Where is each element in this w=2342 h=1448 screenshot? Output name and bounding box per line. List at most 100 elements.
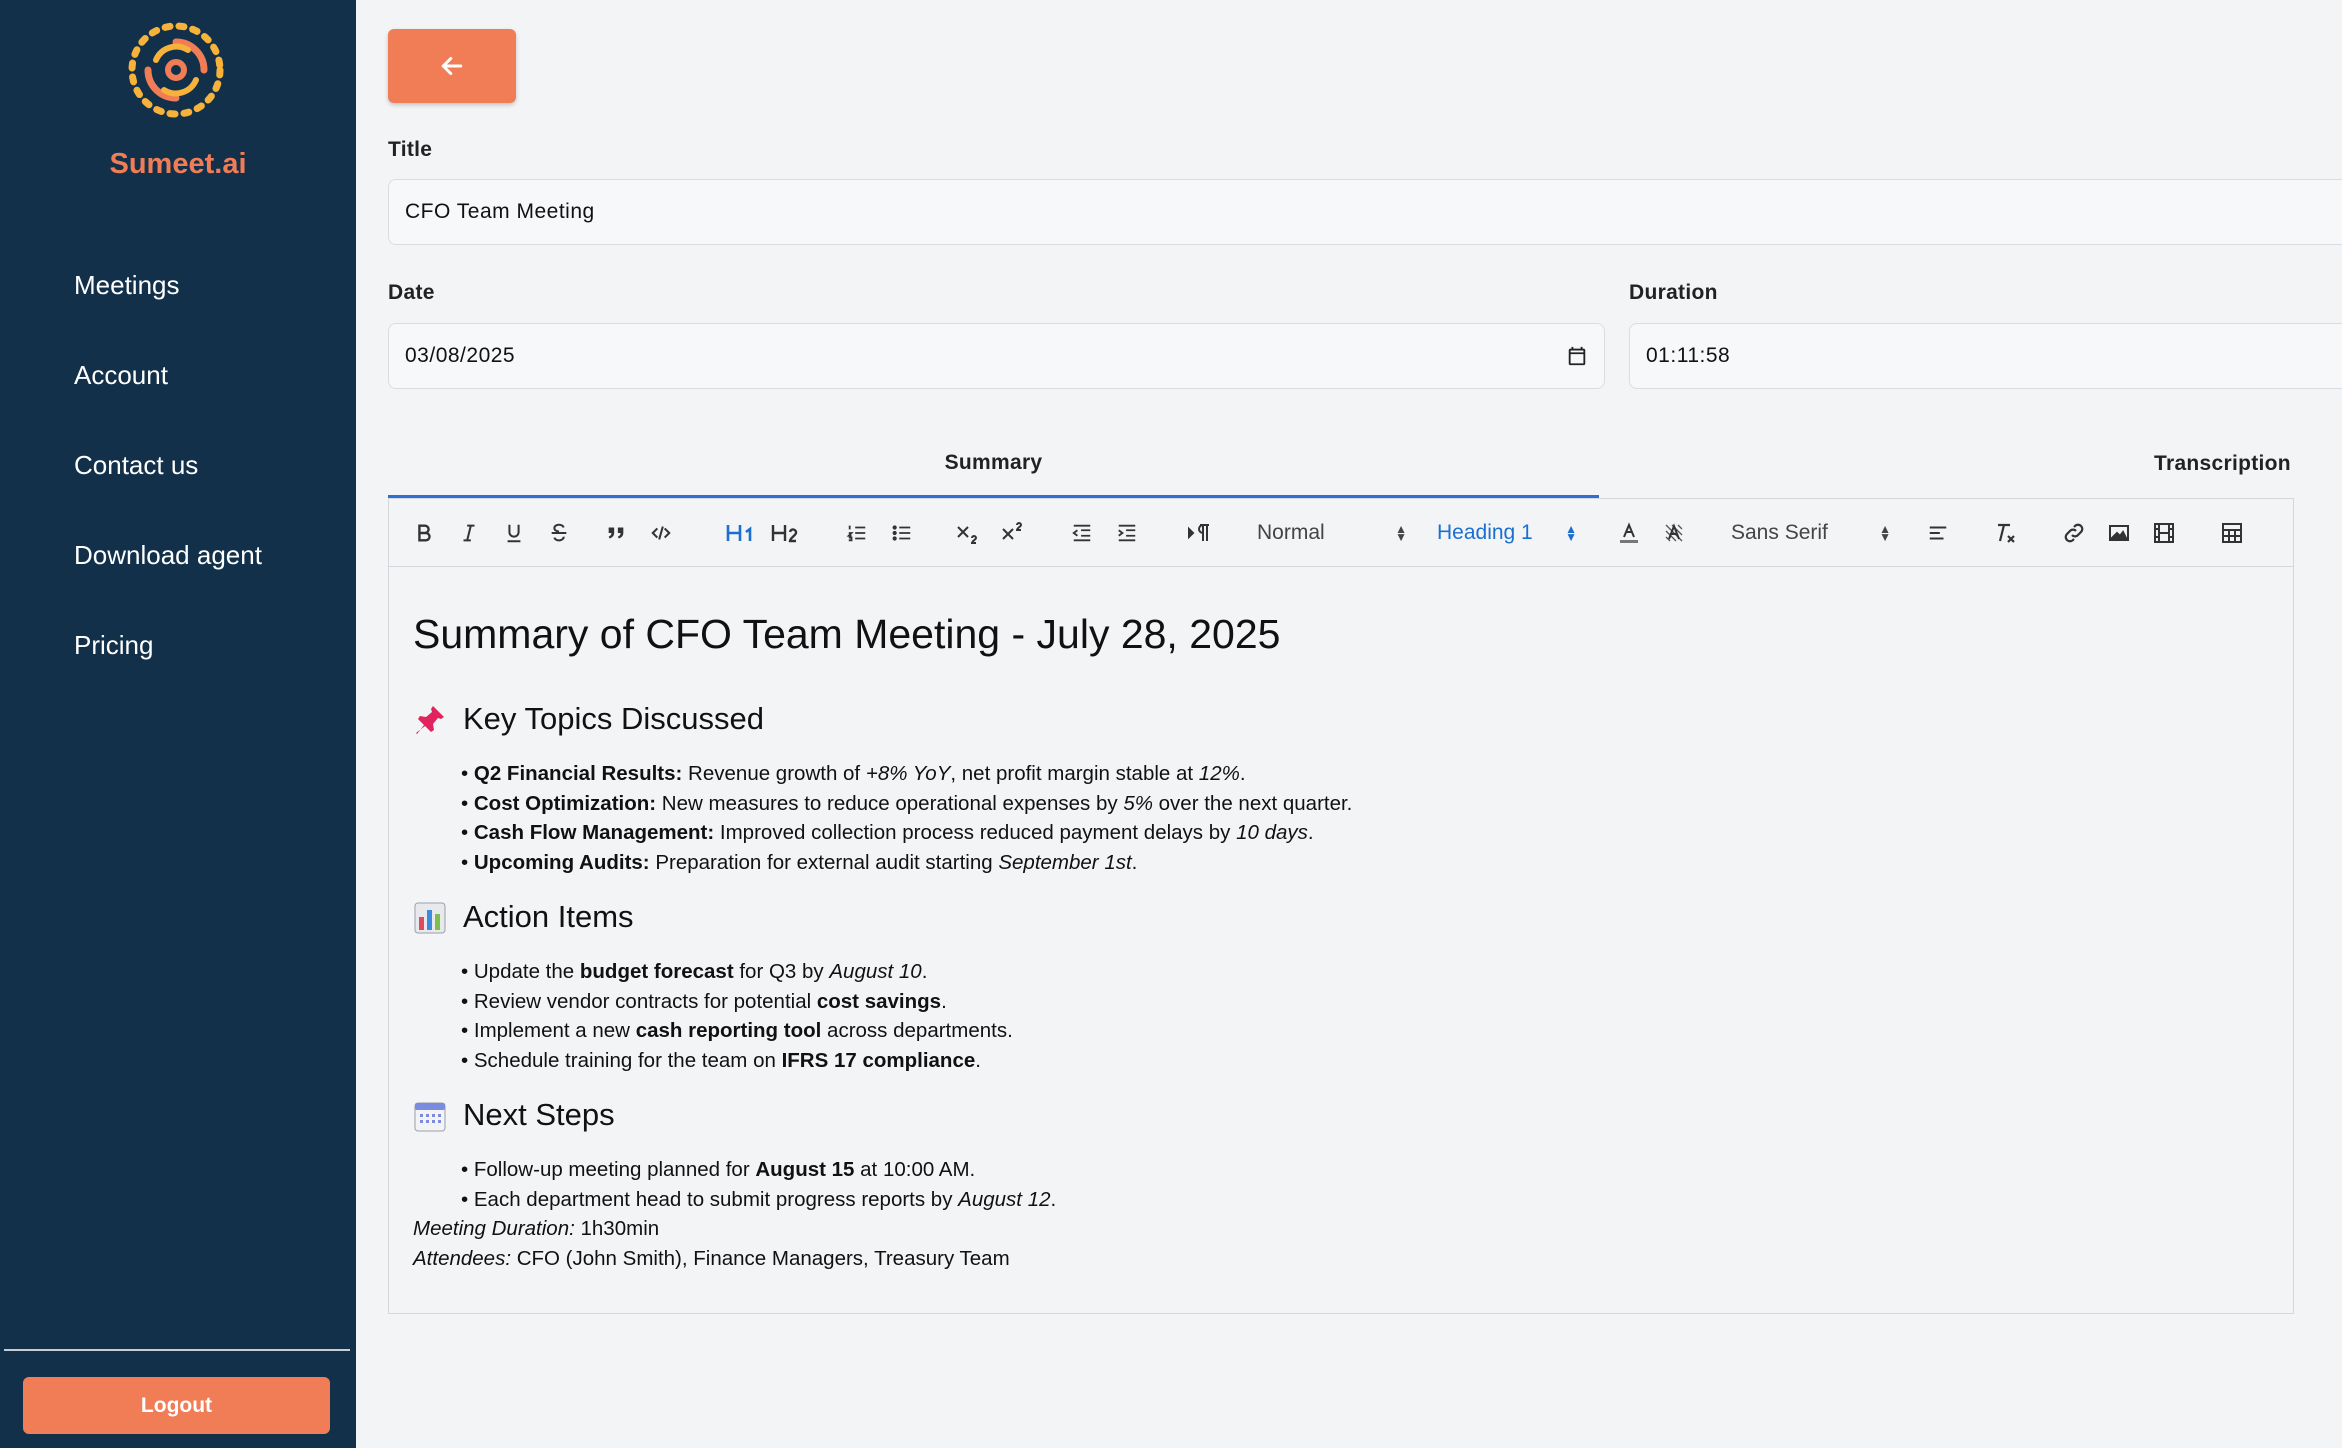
sidebar-item-contact-us[interactable]: Contact us — [74, 438, 262, 528]
list-item: Q2 Financial Results: Revenue growth of … — [461, 759, 2263, 789]
link-icon — [2064, 523, 2084, 543]
clear-format-icon — [1998, 523, 2015, 543]
tab-bar: Summary Transcription — [388, 430, 2342, 498]
image-button[interactable] — [2104, 499, 2134, 567]
text-color-button[interactable] — [1614, 499, 1644, 567]
sidebar-item-meetings[interactable]: Meetings — [74, 258, 262, 348]
background-color-button[interactable] — [1659, 499, 1689, 567]
section-heading: Action Items — [463, 899, 634, 934]
align-button[interactable] — [1923, 499, 1953, 567]
title-input[interactable]: CFO Team Meeting — [388, 179, 2342, 245]
duration-input-value: 01:11:58 — [1646, 344, 1731, 367]
subscript-button[interactable] — [953, 499, 983, 567]
heading2-button[interactable] — [768, 499, 802, 567]
sidebar-item-pricing[interactable]: Pricing — [74, 618, 262, 708]
brand-name: Sumeet.ai — [109, 148, 247, 180]
section-next-steps: Next Steps Follow-up meeting planned for… — [413, 1097, 2263, 1214]
indent-icon — [1118, 524, 1136, 542]
bold-icon — [418, 524, 431, 542]
italic-icon — [463, 524, 475, 542]
image-icon — [2109, 525, 2129, 541]
meta-value: CFO (John Smith), Finance Managers, Trea… — [511, 1246, 1010, 1270]
video-button[interactable] — [2149, 499, 2179, 567]
h2-icon — [771, 525, 798, 543]
list-item: Follow-up meeting planned for August 15 … — [461, 1155, 2263, 1185]
background-color-icon — [1665, 523, 1683, 542]
clear-format-button[interactable] — [1991, 499, 2021, 567]
size-select[interactable]: Normal ▲ ▼ — [1257, 499, 1407, 567]
code-icon — [651, 526, 671, 540]
bullet-list-button[interactable] — [887, 499, 917, 567]
meta-label: Meeting Duration: — [413, 1217, 575, 1240]
superscript-icon — [1002, 522, 1023, 540]
indent-button[interactable] — [1112, 499, 1142, 567]
strikethrough-icon — [551, 523, 567, 542]
meeting-duration-line: Meeting Duration: 1h30min — [413, 1214, 2263, 1244]
action-items-list: Update the budget forecast for Q3 by Aug… — [413, 957, 2263, 1075]
bullet-list-icon — [892, 525, 911, 541]
editor-content[interactable]: Summary of CFO Team Meeting - July 28, 2… — [413, 611, 2263, 1273]
date-input[interactable]: 03/08/2025 — [388, 323, 1605, 389]
next-steps-list: Follow-up meeting planned for August 15 … — [413, 1155, 2263, 1214]
bold-button[interactable] — [409, 499, 439, 567]
meta-value: 1h30min — [574, 1217, 660, 1240]
text-direction-button[interactable] — [1184, 499, 1214, 567]
duration-label: Duration — [1629, 281, 1718, 304]
select-arrows-icon: ▲ ▼ — [1879, 522, 1891, 544]
quote-icon — [608, 527, 624, 539]
title-label: Title — [388, 138, 433, 161]
text-color-icon — [1620, 522, 1638, 543]
underline-icon — [507, 524, 521, 543]
font-select[interactable]: Sans Serif ▲ ▼ — [1731, 499, 1891, 567]
superscript-button[interactable] — [998, 499, 1028, 567]
select-arrows-icon: ▲ ▼ — [1395, 522, 1407, 544]
section-key-topics: Key Topics Discussed Q2 Financial Result… — [413, 701, 2263, 877]
table-icon — [2222, 523, 2242, 543]
list-item: Cash Flow Management: Improved collectio… — [461, 818, 2263, 848]
arrow-left-icon — [441, 57, 463, 75]
logout-button[interactable]: Logout — [23, 1377, 330, 1434]
link-button[interactable] — [2059, 499, 2089, 567]
header-select[interactable]: Heading 1 ▲ ▼ — [1437, 499, 1577, 567]
meta-label: Attendees: — [413, 1246, 512, 1270]
section-action-items: Action Items Update the budget forecast … — [413, 899, 2263, 1075]
select-arrows-icon: ▲ ▼ — [1565, 522, 1577, 544]
blockquote-button[interactable] — [601, 499, 631, 567]
sidebar-item-download-agent[interactable]: Download agent — [74, 528, 262, 618]
attendees-line: Attendees: CFO (John Smith), Finance Man… — [413, 1244, 2263, 1274]
title-input-value: CFO Team Meeting — [405, 200, 595, 223]
align-left-icon — [1929, 526, 1947, 540]
strike-button[interactable] — [544, 499, 574, 567]
video-icon — [2154, 523, 2174, 543]
date-label: Date — [388, 281, 435, 304]
date-input-value: 03/08/2025 — [405, 344, 516, 367]
tab-transcription[interactable]: Transcription — [1599, 430, 2342, 498]
list-item: Implement a new cash reporting tool acro… — [461, 1016, 2263, 1046]
tab-summary[interactable]: Summary — [388, 430, 1599, 498]
sidebar-divider — [4, 1349, 350, 1351]
underline-button[interactable] — [499, 499, 529, 567]
duration-input[interactable]: 01:11:58 — [1629, 323, 2342, 389]
sidebar: Sumeet.ai Meetings Account Contact us Do… — [0, 0, 356, 1448]
back-button[interactable] — [388, 29, 516, 103]
section-heading: Key Topics Discussed — [463, 701, 764, 736]
pushpin-icon — [416, 706, 444, 734]
font-select-value: Sans Serif — [1731, 521, 1828, 544]
sidebar-item-account[interactable]: Account — [74, 348, 262, 438]
list-item: Upcoming Audits: Preparation for externa… — [461, 848, 2263, 878]
heading1-button[interactable] — [723, 499, 757, 567]
logo-icon — [128, 22, 224, 118]
italic-button[interactable] — [454, 499, 484, 567]
outdent-button[interactable] — [1067, 499, 1097, 567]
table-button[interactable] — [2217, 499, 2247, 567]
code-block-button[interactable] — [646, 499, 676, 567]
header-select-value: Heading 1 — [1437, 521, 1533, 544]
list-item: Schedule training for the team on IFRS 1… — [461, 1046, 2263, 1076]
h1-icon — [726, 525, 752, 541]
calendar-picker-icon[interactable] — [1566, 345, 1588, 367]
list-item: Each department head to submit progress … — [461, 1185, 2263, 1215]
section-heading: Next Steps — [463, 1097, 615, 1132]
topics-list: Q2 Financial Results: Revenue growth of … — [413, 759, 2263, 877]
calendar-icon — [414, 1102, 446, 1132]
ordered-list-button[interactable] — [842, 499, 872, 567]
